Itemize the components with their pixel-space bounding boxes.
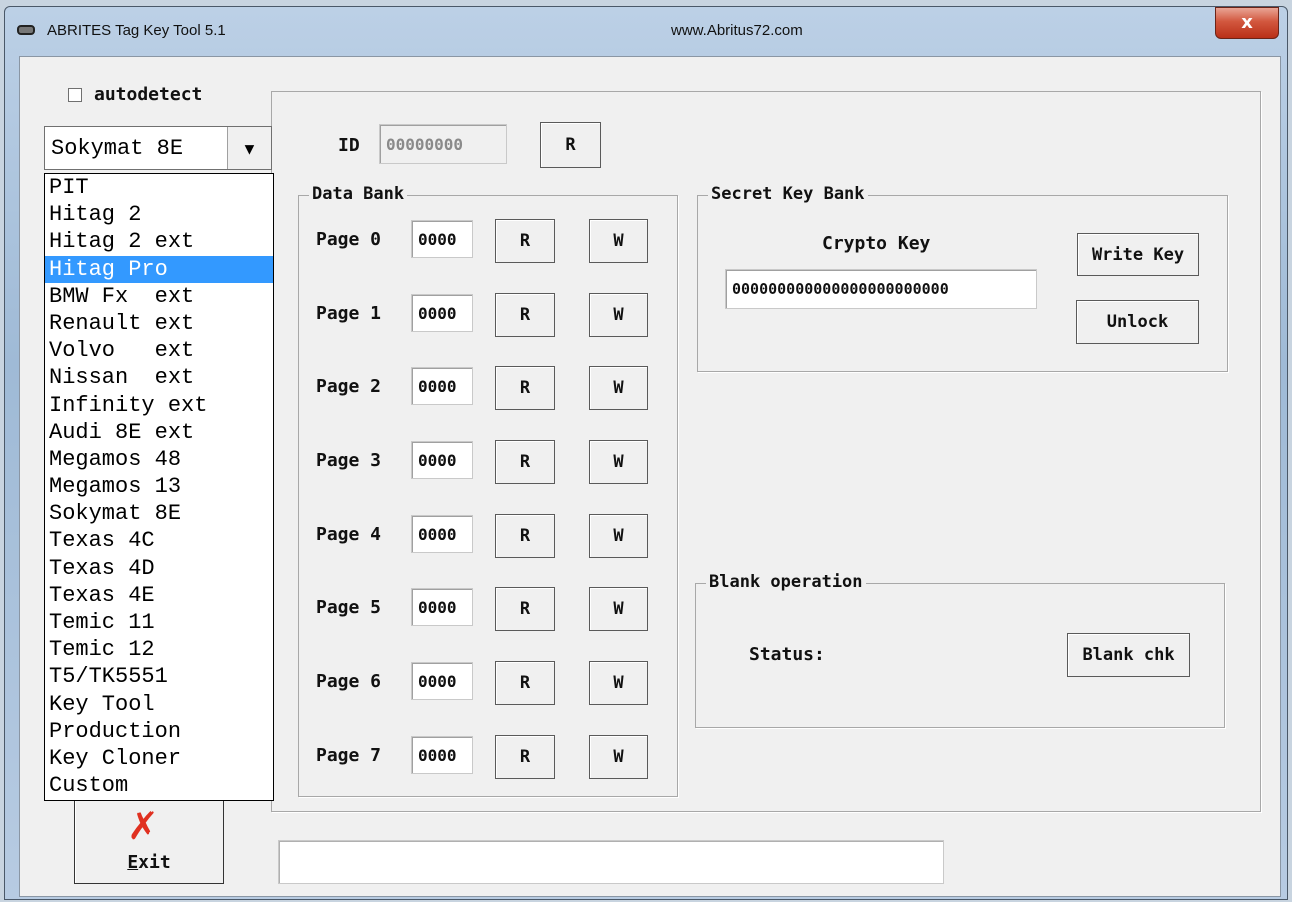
secret-key-bank-title: Secret Key Bank xyxy=(708,184,868,204)
exit-mnemonic: E xyxy=(127,852,139,873)
unlock-button[interactable]: Unlock xyxy=(1076,300,1199,344)
window-url: www.Abritus72.com xyxy=(671,22,803,39)
dropdown-option[interactable]: Temic 11 xyxy=(45,609,273,636)
dropdown-option[interactable]: Production xyxy=(45,718,273,745)
page-read-button[interactable]: R xyxy=(495,366,555,410)
page-label: Page 4 xyxy=(316,524,382,545)
page-read-button[interactable]: R xyxy=(495,440,555,484)
dropdown-option[interactable]: BMW Fx ext xyxy=(45,283,273,310)
page-label: Page 5 xyxy=(316,597,382,618)
dropdown-option[interactable]: T5/TK5551 xyxy=(45,663,273,690)
dropdown-option[interactable]: Texas 4E xyxy=(45,582,273,609)
dropdown-option[interactable]: Hitag 2 ext xyxy=(45,228,273,255)
page-value-field[interactable]: 0000 xyxy=(411,662,473,700)
app-icon xyxy=(17,25,35,35)
dropdown-option[interactable]: Texas 4C xyxy=(45,527,273,554)
page-write-button[interactable]: W xyxy=(589,661,648,705)
transponder-select-value: Sokymat 8E xyxy=(51,136,184,161)
transponder-select[interactable]: Sokymat 8E ▼ xyxy=(44,126,272,170)
page-write-button[interactable]: W xyxy=(589,293,648,337)
status-bar xyxy=(278,840,944,884)
dropdown-option[interactable]: Nissan ext xyxy=(45,364,273,391)
page-value-field[interactable]: 0000 xyxy=(411,441,473,479)
dropdown-option[interactable]: PIT xyxy=(45,174,273,201)
transponder-dropdown-list[interactable]: PIT Hitag 2 Hitag 2 ext Hitag Pro BMW Fx ext… xyxy=(44,173,274,801)
crypto-key-label: Crypto Key xyxy=(822,233,931,254)
page-value-field[interactable]: 0000 xyxy=(411,367,473,405)
dropdown-option[interactable]: Volvo ext xyxy=(45,337,273,364)
page-label: Page 1 xyxy=(316,303,382,324)
window-title: ABRITES Tag Key Tool 5.1 xyxy=(47,22,226,39)
dropdown-option[interactable]: Key Tool xyxy=(45,691,273,718)
dropdown-option[interactable]: Megamos 13 xyxy=(45,473,273,500)
page-value-field[interactable]: 0000 xyxy=(411,515,473,553)
page-value-field[interactable]: 0000 xyxy=(411,294,473,332)
page-write-button[interactable]: W xyxy=(589,219,648,263)
dropdown-option[interactable]: Sokymat 8E xyxy=(45,500,273,527)
dropdown-option[interactable]: Infinity ext xyxy=(45,392,273,419)
page-write-button[interactable]: W xyxy=(589,587,648,631)
status-label: Status: xyxy=(749,644,825,665)
chevron-down-icon[interactable]: ▼ xyxy=(227,127,271,169)
page-read-button[interactable]: R xyxy=(495,661,555,705)
page-read-button[interactable]: R xyxy=(495,735,555,779)
page-write-button[interactable]: W xyxy=(589,440,648,484)
page-value-field[interactable]: 0000 xyxy=(411,736,473,774)
close-icon: x xyxy=(1241,12,1253,33)
page-label: Page 6 xyxy=(316,671,382,692)
title-bar[interactable]: ABRITES Tag Key Tool 5.1 www.Abritus72.c… xyxy=(5,7,1287,47)
client-area: autodetect ID 00000000 R Data Bank Page … xyxy=(19,56,1281,897)
page-value-field[interactable]: 0000 xyxy=(411,220,473,258)
page-write-button[interactable]: W xyxy=(589,514,648,558)
dropdown-option[interactable]: Audi 8E ext xyxy=(45,419,273,446)
id-label: ID xyxy=(338,135,360,156)
page-read-button[interactable]: R xyxy=(495,293,555,337)
page-label: Page 3 xyxy=(316,450,382,471)
autodetect-checkbox[interactable] xyxy=(68,88,82,102)
page-write-button[interactable]: W xyxy=(589,735,648,779)
dropdown-option[interactable]: Hitag Pro xyxy=(45,255,273,283)
dropdown-option[interactable]: Key Cloner xyxy=(45,745,273,772)
autodetect-label: autodetect xyxy=(94,84,203,105)
page-read-button[interactable]: R xyxy=(495,219,555,263)
dropdown-option[interactable]: Megamos 48 xyxy=(45,446,273,473)
dropdown-option[interactable]: Custom xyxy=(45,772,273,799)
dropdown-option[interactable]: Temic 12 xyxy=(45,636,273,663)
close-button[interactable]: x xyxy=(1215,7,1279,39)
crypto-key-field[interactable]: 000000000000000000000000 xyxy=(725,269,1037,309)
page-label: Page 2 xyxy=(316,376,382,397)
data-bank-title: Data Bank xyxy=(309,184,408,204)
page-read-button[interactable]: R xyxy=(495,514,555,558)
exit-label: Exit xyxy=(75,852,223,873)
dropdown-option[interactable]: Texas 4D xyxy=(45,555,273,582)
blank-operation-title: Blank operation xyxy=(706,572,866,592)
dropdown-option[interactable]: Renault ext xyxy=(45,310,273,337)
exit-button[interactable]: ✗ Exit xyxy=(74,795,224,884)
page-read-button[interactable]: R xyxy=(495,587,555,631)
page-value-field[interactable]: 0000 xyxy=(411,588,473,626)
page-label: Page 0 xyxy=(316,229,382,250)
app-window: ABRITES Tag Key Tool 5.1 www.Abritus72.c… xyxy=(4,6,1288,900)
blank-chk-button[interactable]: Blank chk xyxy=(1067,633,1190,677)
id-field[interactable]: 00000000 xyxy=(379,124,507,164)
exit-rest: xit xyxy=(138,852,171,873)
data-bank-group: Data Bank xyxy=(298,184,678,797)
page-write-button[interactable]: W xyxy=(589,366,648,410)
write-key-button[interactable]: Write Key xyxy=(1077,233,1199,276)
page-label: Page 7 xyxy=(316,745,382,766)
red-x-icon: ✗ xyxy=(127,804,159,848)
id-read-button[interactable]: R xyxy=(540,122,601,168)
dropdown-option[interactable]: Hitag 2 xyxy=(45,201,273,228)
